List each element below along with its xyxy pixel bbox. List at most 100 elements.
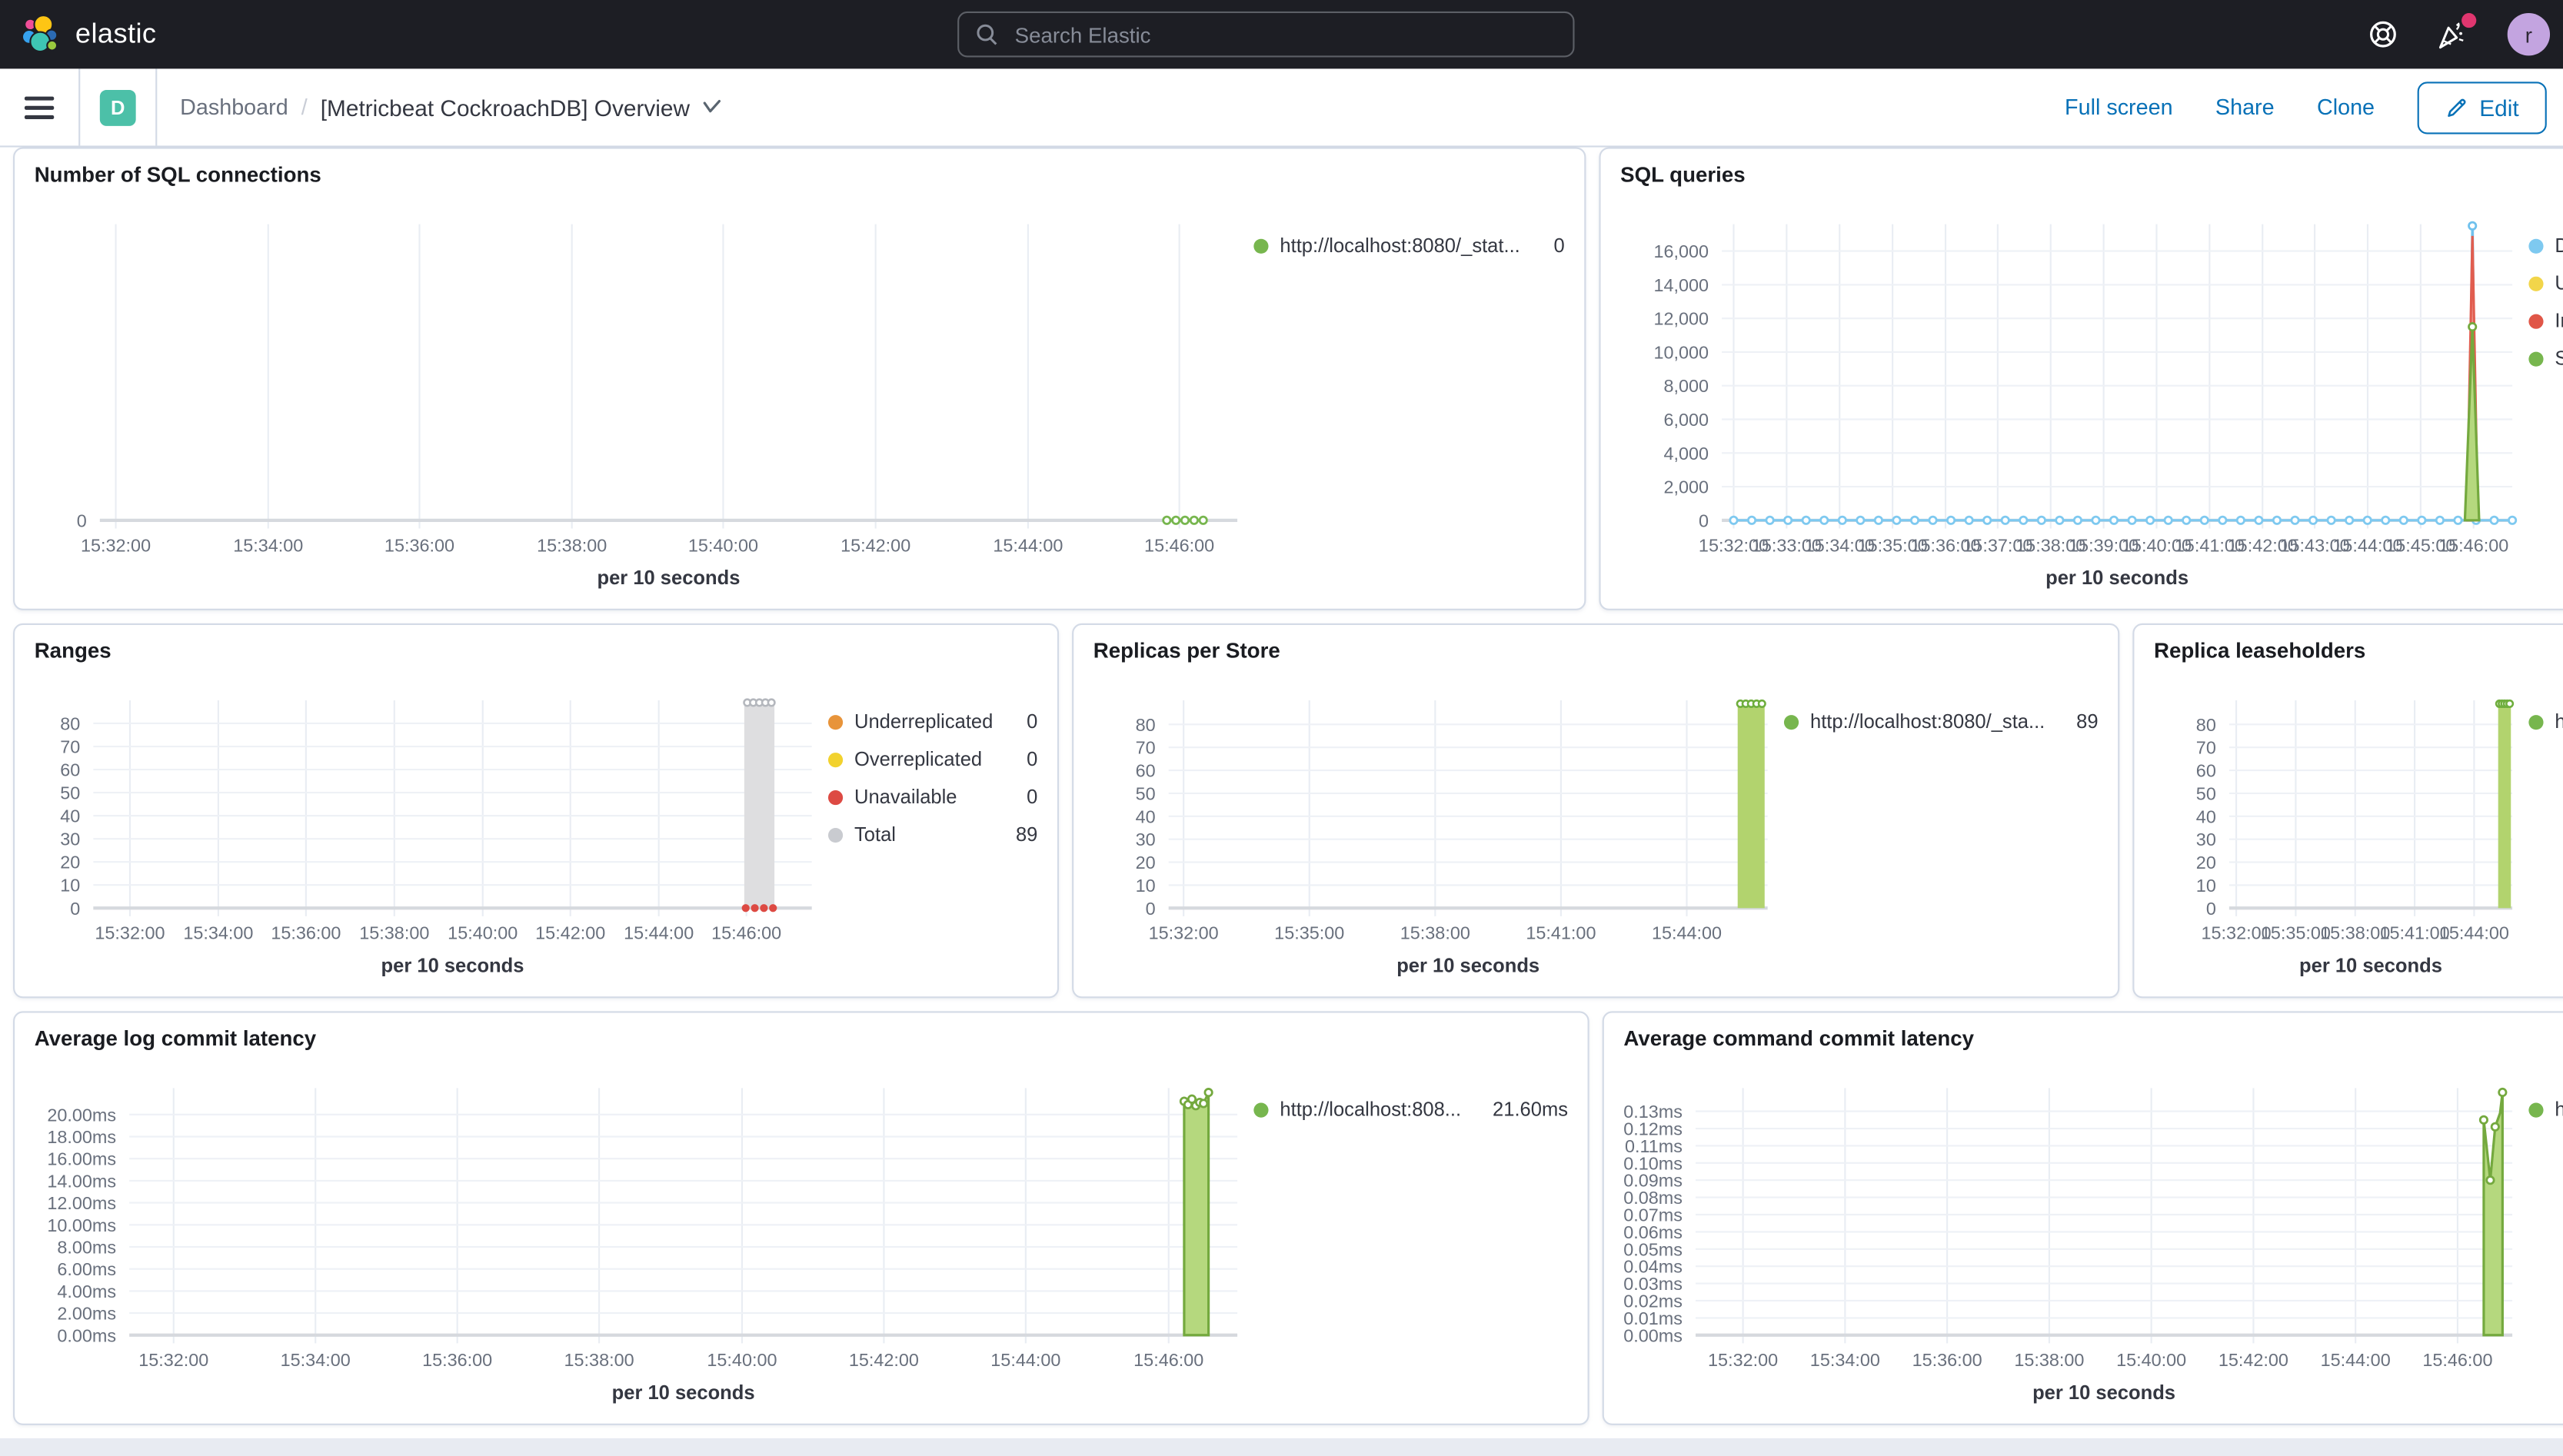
svg-text:0.01ms: 0.01ms	[1623, 1308, 1683, 1328]
panel-sql-queries: SQL queries 0 2,000 4,000 6,000 8,000 10,000 1…	[1599, 147, 2563, 610]
svg-text:15:40:00: 15:40:00	[707, 1350, 777, 1370]
svg-text:0: 0	[2206, 899, 2216, 919]
svg-text:15:36:00: 15:36:00	[384, 535, 454, 555]
svg-text:50: 50	[60, 783, 80, 803]
avg-command-commit-latency-chart[interactable]: 0.00ms 0.01ms 0.02ms 0.03ms 0.04ms 0.05ms 0.06…	[1623, 1059, 2528, 1411]
replicas-per-store-legend: http://localhost:8080/_sta... 89	[1783, 671, 2099, 984]
legend-series-value: 21.60ms	[1493, 1098, 1569, 1121]
svg-text:15:34:00: 15:34:00	[233, 535, 303, 555]
svg-text:2,000: 2,000	[1663, 477, 1709, 497]
whats-new-button[interactable]	[2437, 12, 2477, 49]
svg-text:18.00ms: 18.00ms	[47, 1127, 116, 1147]
svg-text:10.00ms: 10.00ms	[47, 1215, 116, 1235]
svg-text:0: 0	[70, 899, 80, 919]
legend-series-value: 89	[2076, 710, 2099, 733]
edit-button[interactable]: Edit	[2417, 81, 2547, 134]
svg-text:0.06ms: 0.06ms	[1623, 1222, 1683, 1242]
svg-text:20.00ms: 20.00ms	[47, 1105, 116, 1125]
legend-item[interactable]: Deletes0	[2528, 234, 2563, 257]
dashboard-grid: Number of SQL connections 0 15:32:00 15:34…	[13, 147, 2563, 1425]
svg-text:15:38:00: 15:38:00	[537, 535, 607, 555]
svg-text:0.00ms: 0.00ms	[1623, 1325, 1683, 1345]
legend-series-dot-icon	[2528, 351, 2544, 366]
sql-connections-chart[interactable]: 0 15:32:00 15:34:00 15:36:00 15:38:00 15:40:0…	[35, 194, 1254, 595]
svg-text:0.00ms: 0.00ms	[57, 1325, 116, 1345]
replica-leaseholders-legend: http://localhost:8080/_sta...89	[2528, 671, 2563, 984]
panel-title: Replicas per Store	[1093, 638, 1280, 663]
avg-log-commit-latency-chart[interactable]: 0.00ms 2.00ms 4.00ms 6.00ms 8.00ms 10.00ms 12.…	[35, 1059, 1254, 1411]
svg-text:15:36:00: 15:36:00	[1912, 1350, 1982, 1370]
legend-series-dot-icon	[827, 714, 844, 730]
legend-series-dot-icon	[1783, 714, 1799, 730]
replicas-per-store-chart[interactable]: 0 10 20 30 40 50 60 70 80 15:32:00 15:35:00 15:38:0…	[1093, 671, 1784, 984]
svg-text:15:42:00: 15:42:00	[2218, 1350, 2288, 1370]
svg-text:per 10 seconds: per 10 seconds	[2032, 1382, 2175, 1404]
legend-item[interactable]: http://localhost:8080...0.14ms	[2528, 1098, 2563, 1121]
svg-text:15:46:00: 15:46:00	[2438, 535, 2508, 555]
legend-series-label: Total	[854, 823, 896, 846]
legend-item[interactable]: Updates0	[2528, 271, 2563, 294]
full-screen-button[interactable]: Full screen	[2065, 95, 2173, 119]
legend-series-label: Deletes	[2555, 234, 2563, 257]
edit-button-label: Edit	[2479, 94, 2519, 121]
share-button[interactable]: Share	[2215, 95, 2275, 119]
legend-series-value: 0	[1553, 234, 1565, 258]
panel-ranges: Ranges 0 10 20 30 40 50 60 70 80 15:32:00 15:34:00…	[13, 623, 1060, 999]
svg-text:0.11ms: 0.11ms	[1625, 1136, 1683, 1156]
panel-title: Number of SQL connections	[34, 161, 321, 187]
legend-series-dot-icon	[1253, 238, 1269, 253]
legend-item[interactable]: Total 89	[827, 823, 1037, 846]
breadcrumb-dashboard-link[interactable]: Dashboard	[180, 95, 288, 119]
legend-item[interactable]: Selects0	[2528, 347, 2563, 370]
help-button[interactable]	[2368, 20, 2398, 49]
sql-connections-legend: http://localhost:8080/_stat... 0	[1253, 194, 1565, 595]
search-input[interactable]	[1011, 20, 1557, 48]
legend-item[interactable]: Unavailable 0	[827, 785, 1037, 809]
ranges-legend: Underreplicated 0 Overreplicated 0 Unavailab…	[827, 671, 1038, 984]
panel-average-command-commit-latency: Average command commit latency 0.00ms 0.0…	[1602, 1011, 2563, 1425]
svg-text:30: 30	[60, 829, 80, 849]
replica-leaseholders-chart[interactable]: 0 10 20 30 40 50 60 70 80 15:32:00 15:35:00 15:38:0…	[2154, 671, 2528, 984]
legend-item[interactable]: Inserts0	[2528, 309, 2563, 332]
menu-button[interactable]	[0, 68, 81, 146]
legend-item[interactable]: http://localhost:808... 21.60ms	[1253, 1098, 1568, 1121]
legend-series-label: Unavailable	[854, 785, 957, 809]
svg-text:30: 30	[1136, 829, 1156, 849]
svg-text:15:38:00: 15:38:00	[359, 923, 429, 943]
legend-item[interactable]: Underreplicated 0	[827, 710, 1038, 733]
svg-text:20: 20	[2196, 853, 2216, 873]
svg-text:15:46:00: 15:46:00	[711, 923, 781, 943]
svg-text:15:34:00: 15:34:00	[1810, 1350, 1880, 1370]
svg-text:per 10 seconds: per 10 seconds	[612, 1382, 755, 1404]
svg-text:80: 80	[60, 714, 80, 734]
ranges-chart[interactable]: 0 10 20 30 40 50 60 70 80 15:32:00 15:34:00 15:36:0…	[35, 671, 828, 984]
page-title[interactable]: [Metricbeat CockroachDB] Overview	[321, 94, 690, 120]
legend-item[interactable]: Overreplicated 0	[827, 748, 1037, 770]
svg-text:15:44:00: 15:44:00	[2439, 923, 2509, 943]
panel-average-log-commit-latency: Average log commit latency 0.00ms 2.00ms 4…	[13, 1011, 1589, 1425]
legend-series-dot-icon	[2528, 1102, 2544, 1117]
svg-text:15:40:00: 15:40:00	[2116, 1350, 2186, 1370]
svg-text:60: 60	[60, 760, 80, 780]
breadcrumb-separator: /	[301, 95, 308, 120]
global-search-bar[interactable]	[957, 11, 1575, 58]
elastic-logo[interactable]: elastic	[20, 13, 157, 55]
avatar[interactable]: r	[2507, 13, 2551, 56]
svg-text:40: 40	[60, 806, 80, 826]
legend-item[interactable]: http://localhost:8080/_stat... 0	[1253, 234, 1565, 258]
svg-text:80: 80	[2196, 715, 2216, 735]
svg-text:40: 40	[2196, 806, 2216, 826]
legend-series-value: 0	[1027, 710, 1038, 733]
legend-item[interactable]: http://localhost:8080/_sta...89	[1783, 710, 2099, 733]
sql-queries-chart[interactable]: 0 2,000 4,000 6,000 8,000 10,000 12,000 14,000 1…	[1620, 194, 2528, 595]
search-icon	[977, 24, 997, 45]
svg-text:15:34:00: 15:34:00	[183, 923, 253, 943]
life-buoy-icon	[2370, 21, 2396, 48]
clone-button[interactable]: Clone	[2317, 95, 2375, 119]
legend-item[interactable]: http://localhost:8080/_sta...89	[2528, 710, 2563, 733]
chevron-down-icon[interactable]	[703, 99, 723, 115]
svg-text:15:46:00: 15:46:00	[2422, 1350, 2492, 1370]
logo-text: elastic	[75, 18, 157, 49]
legend-series-label: http://localhost:808...	[1280, 1098, 1462, 1121]
svg-text:15:44:00: 15:44:00	[2321, 1350, 2391, 1370]
